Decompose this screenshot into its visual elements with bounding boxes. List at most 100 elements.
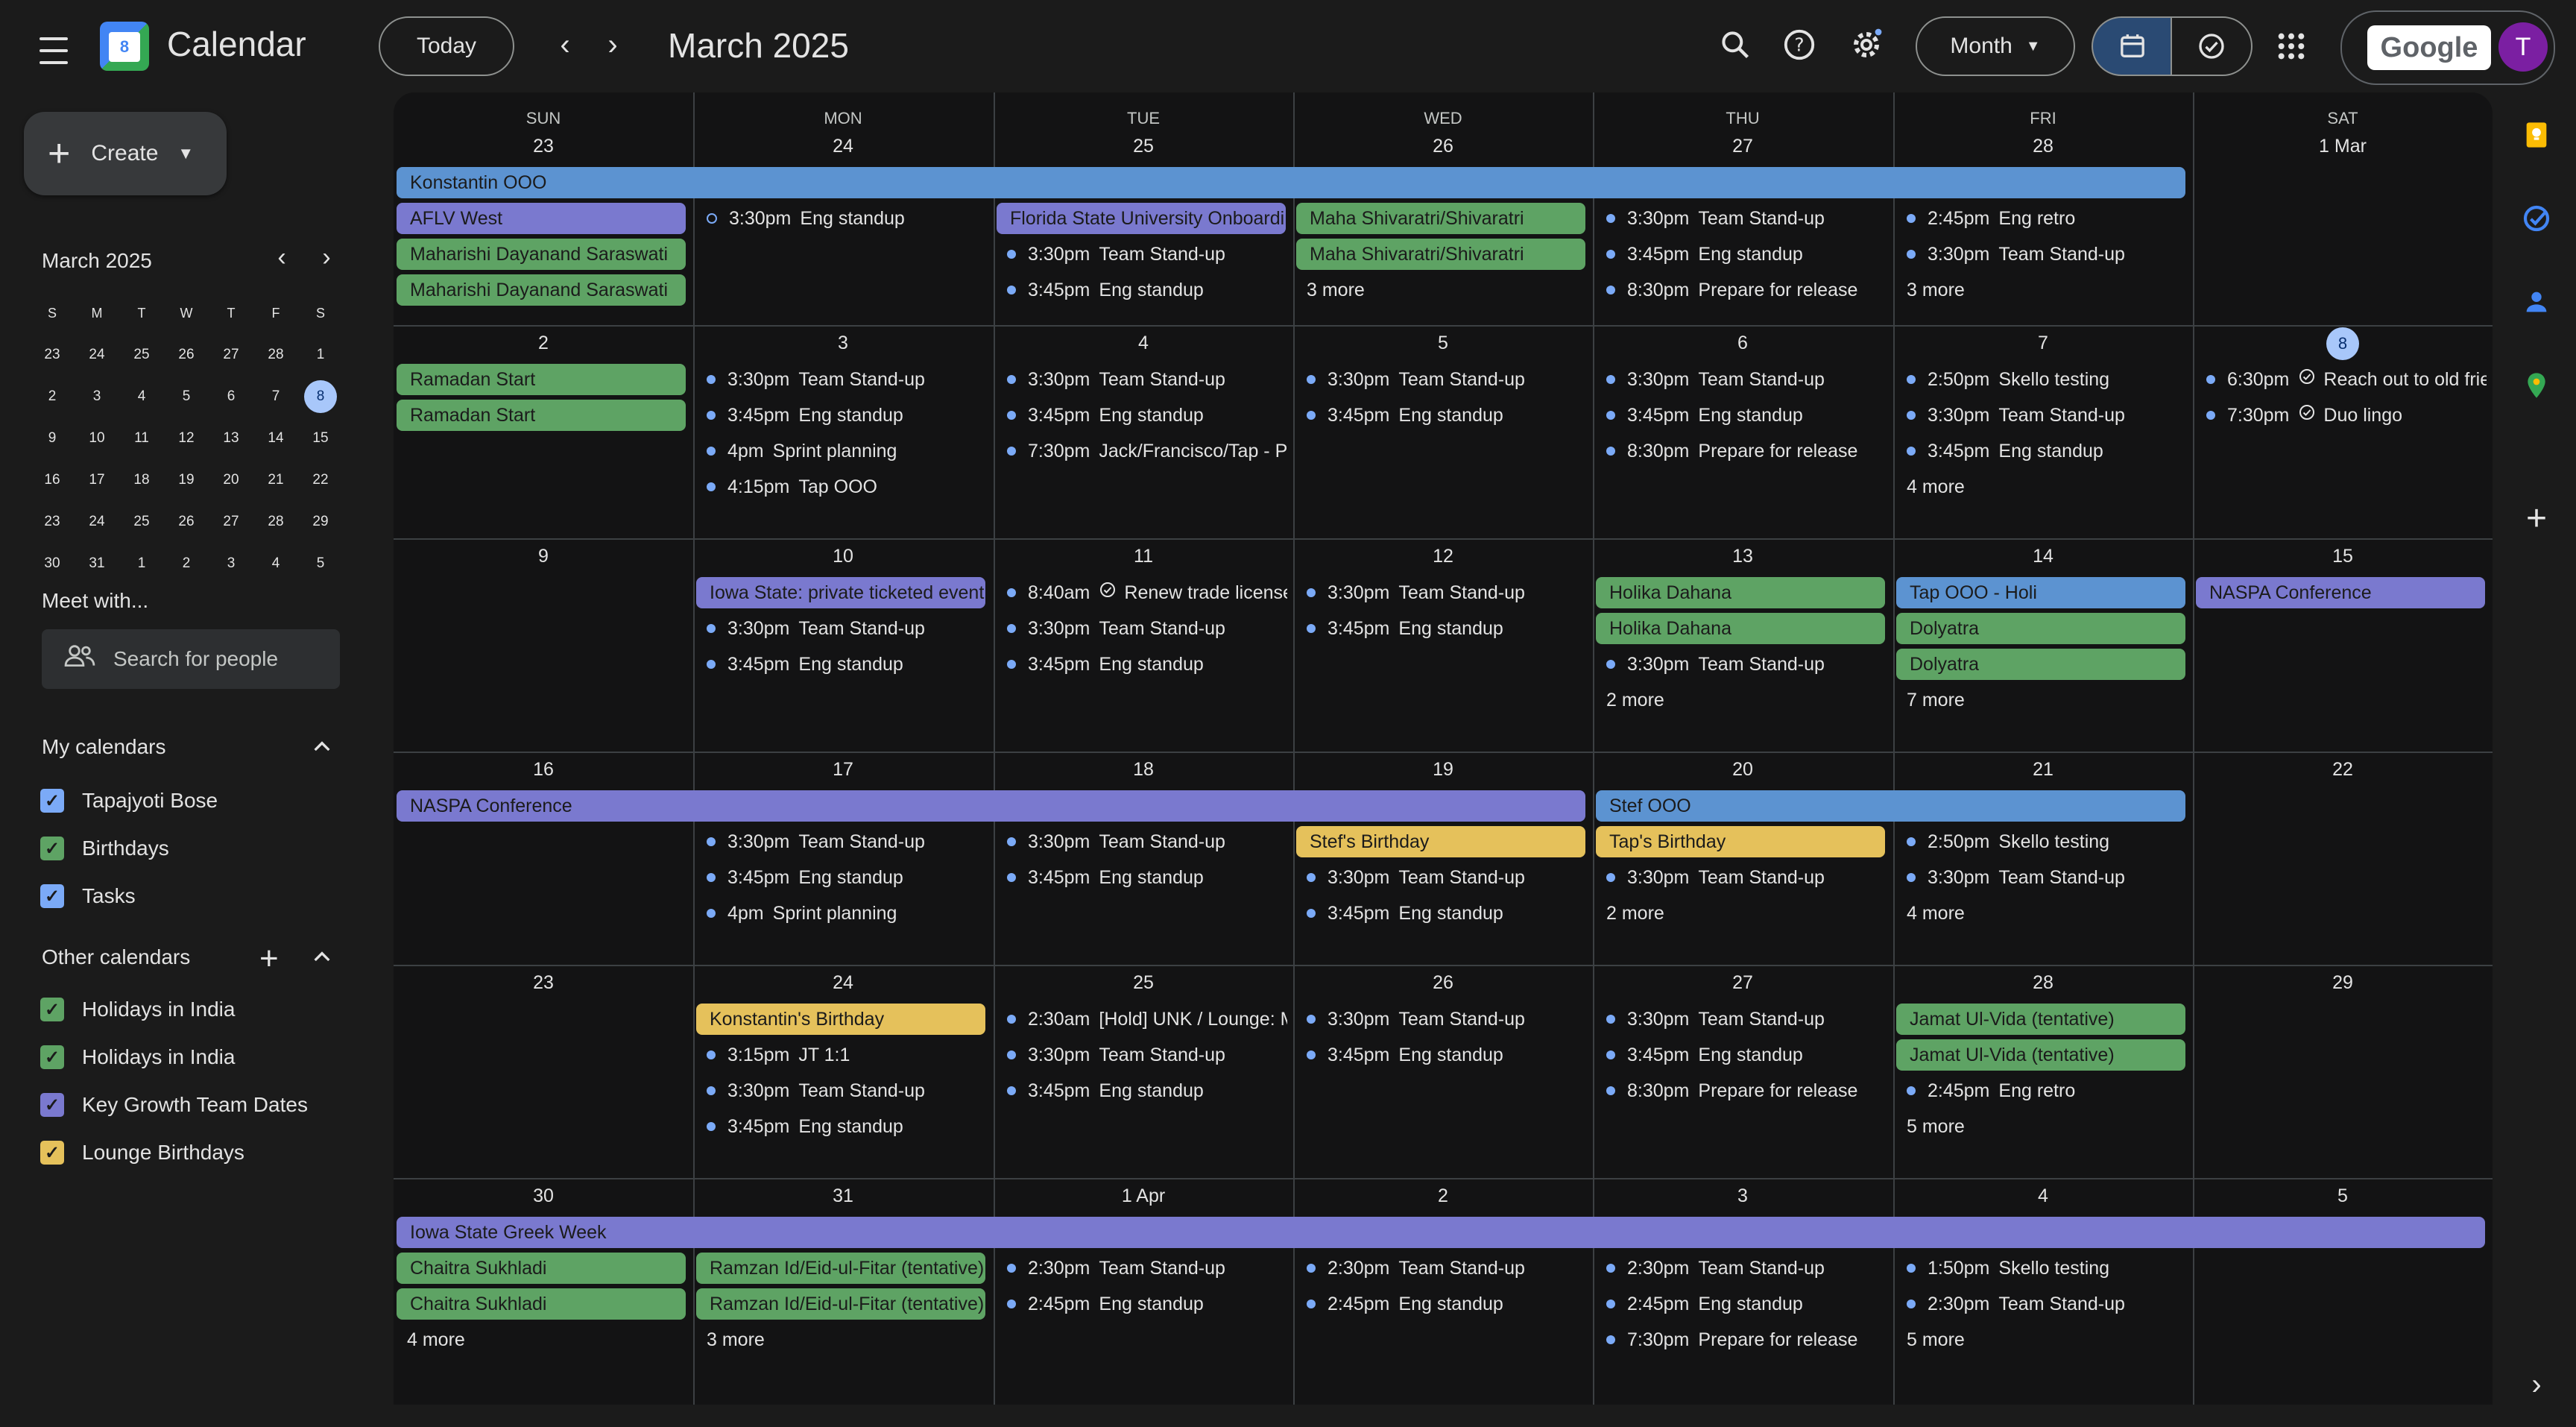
day-number[interactable]: 14 (1893, 546, 2193, 567)
checkbox-checked-icon[interactable]: ✓ (40, 884, 64, 908)
all-day-event[interactable]: Konstantin's Birthday (696, 1004, 985, 1035)
timed-event[interactable]: 8:40am Renew trade license (997, 577, 1287, 608)
calendar-item[interactable]: ✓ Holidays in India (40, 1045, 235, 1069)
timed-event[interactable]: 2:45pm Eng standup (997, 1288, 1287, 1320)
day-number[interactable]: 1 Mar (2193, 136, 2493, 157)
all-day-event[interactable]: Chaitra Sukhladi (397, 1253, 686, 1284)
timed-event[interactable]: 3:45pm Eng standup (696, 649, 987, 680)
timed-event[interactable]: 3:45pm Eng standup (1896, 435, 2187, 467)
mini-day[interactable]: 4 (253, 555, 298, 572)
day-number[interactable]: 3 (693, 333, 993, 354)
timed-event[interactable]: 3:30pm Team Stand-up (1896, 400, 2187, 431)
day-number[interactable]: 26 (1293, 972, 1593, 994)
add-addon-icon[interactable]: + (2516, 498, 2557, 538)
view-select[interactable]: Month ▼ (1916, 16, 2075, 76)
timed-event[interactable]: 2:50pm Skello testing (1896, 364, 2187, 395)
mini-prev-month-icon[interactable]: ‹ (267, 243, 297, 272)
timed-event[interactable]: 3:30pm Team Stand-up (997, 364, 1287, 395)
mini-day[interactable]: 25 (119, 514, 164, 530)
timed-event[interactable]: 2:45pm Eng standup (1296, 1288, 1587, 1320)
day-number[interactable]: 28 (1893, 972, 2193, 994)
mini-day[interactable]: 11 (119, 430, 164, 447)
day-number[interactable]: 23 (394, 136, 693, 157)
mini-day[interactable]: 28 (253, 347, 298, 363)
all-day-event[interactable]: Dolyatra (1896, 613, 2185, 644)
day-number[interactable]: 8 (2193, 327, 2493, 360)
calendar-view-toggle[interactable] (2092, 16, 2172, 76)
day-number[interactable]: 4 (1893, 1185, 2193, 1207)
timed-event[interactable]: 2:30pm Team Stand-up (1596, 1253, 1887, 1284)
day-number[interactable]: 2 (1293, 1185, 1593, 1207)
timed-event[interactable]: 3:45pm Eng standup (1296, 898, 1587, 929)
search-icon[interactable] (1707, 16, 1764, 73)
mini-day[interactable]: 6 (209, 388, 253, 405)
calendar-item[interactable]: ✓ Birthdays (40, 837, 169, 860)
all-day-event[interactable]: Jamat Ul-Vida (tentative) (1896, 1039, 2185, 1071)
timed-event[interactable]: 4pm Sprint planning (696, 435, 987, 467)
timed-event[interactable]: 3:30pm Team Stand-up (997, 239, 1287, 270)
timed-event[interactable]: 2:30pm Team Stand-up (1296, 1253, 1587, 1284)
mini-day[interactable]: 5 (164, 388, 209, 405)
all-day-event[interactable]: Holika Dahana (1596, 613, 1885, 644)
all-day-event[interactable]: Ramzan Id/Eid-ul-Fitar (tentative) (696, 1288, 985, 1320)
more-events-link[interactable]: 2 more (1593, 898, 1664, 929)
all-day-event[interactable]: Maha Shivaratri/Shivaratri (1296, 203, 1585, 234)
mini-day[interactable]: 4 (119, 388, 164, 405)
timed-event[interactable]: 3:30pm Team Stand-up (696, 613, 987, 644)
calendar-item[interactable]: ✓ Key Growth Team Dates (40, 1093, 308, 1117)
more-events-link[interactable]: 3 more (1893, 274, 1965, 306)
day-number[interactable]: 3 (1593, 1185, 1892, 1207)
mini-day[interactable]: 18 (119, 472, 164, 488)
mini-day[interactable]: 22 (298, 472, 343, 488)
mini-day[interactable]: 20 (209, 472, 253, 488)
today-button[interactable]: Today (379, 16, 514, 76)
day-number[interactable]: 11 (994, 546, 1293, 567)
timed-event[interactable]: 3:30pm Team Stand-up (1896, 862, 2187, 893)
chevron-up-icon[interactable] (310, 735, 334, 764)
day-number[interactable]: 25 (994, 972, 1293, 994)
timed-event[interactable]: 7:30pm Prepare for release (1596, 1324, 1887, 1355)
mini-day[interactable]: 19 (164, 472, 209, 488)
all-day-event[interactable]: AFLV West (397, 203, 686, 234)
timed-event[interactable]: 3:30pm Team Stand-up (997, 613, 1287, 644)
avatar[interactable]: T (2498, 22, 2548, 72)
next-period-icon[interactable]: › (590, 22, 635, 67)
mini-next-month-icon[interactable]: › (312, 243, 341, 272)
timed-event[interactable]: 3:30pm Team Stand-up (696, 1075, 987, 1106)
day-number[interactable]: 24 (693, 972, 993, 994)
mini-day[interactable]: 27 (209, 514, 253, 530)
calendar-item[interactable]: ✓ Tapajyoti Bose (40, 789, 218, 813)
mini-day[interactable]: 7 (253, 388, 298, 405)
mini-day[interactable]: 15 (298, 430, 343, 447)
all-day-event[interactable]: NASPA Conference (2196, 577, 2485, 608)
mini-day[interactable]: 2 (164, 555, 209, 572)
apps-grid-icon[interactable] (2266, 21, 2317, 72)
timed-event[interactable]: 3:45pm Eng standup (997, 400, 1287, 431)
mini-day[interactable]: 23 (30, 347, 75, 363)
checkbox-checked-icon[interactable]: ✓ (40, 1045, 64, 1069)
all-day-event[interactable]: Florida State University Onboarding (997, 203, 1286, 234)
timed-event[interactable]: 2:45pm Eng retro (1896, 1075, 2187, 1106)
tasks-view-toggle[interactable] (2171, 16, 2253, 76)
day-number[interactable]: 20 (1593, 759, 1892, 781)
timed-event[interactable]: 3:45pm Eng standup (696, 400, 987, 431)
all-day-event[interactable]: Dolyatra (1896, 649, 2185, 680)
timed-event[interactable]: 3:45pm Eng standup (997, 274, 1287, 306)
more-events-link[interactable]: 3 more (1293, 274, 1365, 306)
timed-event[interactable]: 3:45pm Eng standup (1596, 239, 1887, 270)
settings-gear-icon[interactable] (1838, 16, 1895, 73)
timed-event[interactable]: 3:30pm Team Stand-up (696, 364, 987, 395)
all-day-event[interactable]: Ramzan Id/Eid-ul-Fitar (tentative) (696, 1253, 985, 1284)
timed-event[interactable]: 3:45pm Eng standup (1296, 613, 1587, 644)
maps-icon[interactable] (2516, 365, 2557, 406)
mini-day[interactable]: 1 (298, 347, 343, 363)
all-day-event[interactable]: Maharishi Dayanand Saraswati (397, 274, 686, 306)
day-number[interactable]: 9 (394, 546, 693, 567)
all-day-event[interactable]: Jamat Ul-Vida (tentative) (1896, 1004, 2185, 1035)
keep-notes-icon[interactable] (2516, 115, 2557, 155)
mini-day[interactable]: 2 (30, 388, 75, 405)
timed-event[interactable]: 3:45pm Eng standup (1296, 400, 1587, 431)
day-number[interactable]: 6 (1593, 333, 1892, 354)
timed-event[interactable]: 7:30pm Jack/Francisco/Tap - Planning (997, 435, 1287, 467)
calendar-item[interactable]: ✓ Holidays in India (40, 998, 235, 1021)
